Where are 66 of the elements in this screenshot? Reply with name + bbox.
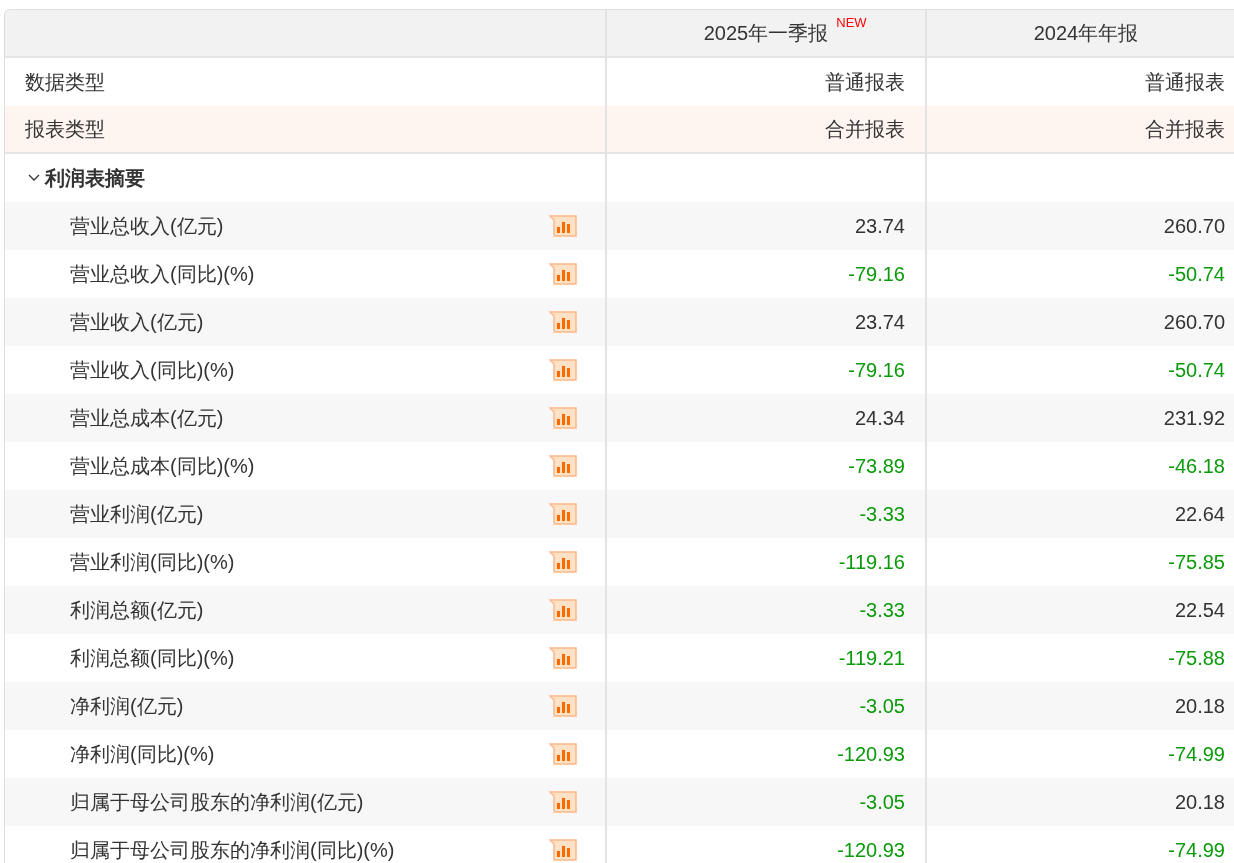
table-cell-text: -75.88 xyxy=(1168,646,1225,671)
bar-chart-icon[interactable] xyxy=(549,263,577,285)
row-label: 营业利润(亿元) xyxy=(70,502,204,527)
bar-chart-icon[interactable] xyxy=(549,359,577,381)
table-cell-text: 22.54 xyxy=(1174,598,1225,623)
column-header: 2025年一季报 xyxy=(703,21,829,46)
row-label: 利润总额(同比)(%) xyxy=(70,646,235,671)
table-cell-text: -119.16 xyxy=(838,550,905,575)
table-cell-text: -120.93 xyxy=(837,742,905,767)
bar-chart-icon[interactable] xyxy=(549,599,577,621)
table-cell-text: 23.74 xyxy=(854,310,905,335)
table-cell-text: -79.16 xyxy=(848,262,905,287)
bar-chart-icon[interactable] xyxy=(549,839,577,861)
table-cell-text: 合并报表 xyxy=(825,117,905,142)
row-label: 归属于母公司股东的净利润(亿元) xyxy=(70,790,364,815)
row-label: 营业收入(同比)(%) xyxy=(70,358,235,383)
row-label: 数据类型 xyxy=(25,70,105,95)
table-cell-text: -3.33 xyxy=(859,502,905,527)
bar-chart-icon[interactable] xyxy=(549,551,577,573)
bar-chart-icon[interactable] xyxy=(549,503,577,525)
row-label: 净利润(亿元) xyxy=(70,694,184,719)
bar-chart-icon[interactable] xyxy=(549,311,577,333)
table-cell-text: -46.18 xyxy=(1168,454,1225,479)
row-label: 营业利润(同比)(%) xyxy=(70,550,235,575)
row-label: 营业总收入(同比)(%) xyxy=(70,262,255,287)
row-label: 营业总成本(亿元) xyxy=(70,406,224,431)
table-cell-text: -3.05 xyxy=(859,790,905,815)
column-header: 2024年年报 xyxy=(1033,21,1139,46)
table-cell-text: -73.89 xyxy=(848,454,905,479)
table-cell-text: 20.18 xyxy=(1174,790,1225,815)
table-cell-text: -120.93 xyxy=(837,838,905,863)
bar-chart-icon[interactable] xyxy=(549,743,577,765)
table-cell-text: 260.70 xyxy=(1163,310,1225,335)
bar-chart-icon[interactable] xyxy=(549,695,577,717)
table-cell-text: -50.74 xyxy=(1168,358,1225,383)
table-cell-text: 24.34 xyxy=(854,406,905,431)
table-cell-text: 22.64 xyxy=(1174,502,1225,527)
table-cell-text: 23.74 xyxy=(854,214,905,239)
row-label: 营业总成本(同比)(%) xyxy=(70,454,255,479)
row-label: 营业总收入(亿元) xyxy=(70,214,224,239)
table-cell-text: 260.70 xyxy=(1163,214,1225,239)
table-cell-text: -3.05 xyxy=(859,694,905,719)
table-cell-text: 20.18 xyxy=(1174,694,1225,719)
table-cell-text: -75.85 xyxy=(1168,550,1225,575)
table-cell-text: -79.16 xyxy=(848,358,905,383)
row-label: 利润总额(亿元) xyxy=(70,598,204,623)
table-cell-text: 普通报表 xyxy=(1145,70,1225,95)
new-label: NEW xyxy=(836,16,868,30)
row-label: 归属于母公司股东的净利润(同比)(%) xyxy=(70,838,395,863)
table-cell-text: -50.74 xyxy=(1168,262,1225,287)
table-cell-text: -74.99 xyxy=(1168,838,1225,863)
table-cell-text: -74.99 xyxy=(1168,742,1225,767)
bar-chart-icon[interactable] xyxy=(549,407,577,429)
bar-chart-icon[interactable] xyxy=(549,791,577,813)
bar-chart-icon[interactable] xyxy=(549,455,577,477)
bar-chart-icon[interactable] xyxy=(549,647,577,669)
table-cell-text: 合并报表 xyxy=(1145,117,1225,142)
table-cell-text: -3.33 xyxy=(859,598,905,623)
row-label: 报表类型 xyxy=(25,117,105,142)
row-label: 净利润(同比)(%) xyxy=(70,742,215,767)
section-title: 利润表摘要 xyxy=(45,166,145,191)
table-cell-text: -119.21 xyxy=(838,646,905,671)
table-cell-text: 普通报表 xyxy=(825,70,905,95)
bar-chart-icon[interactable] xyxy=(549,215,577,237)
table-cell-text: 231.92 xyxy=(1163,406,1225,431)
row-label: 营业收入(亿元) xyxy=(70,310,204,335)
